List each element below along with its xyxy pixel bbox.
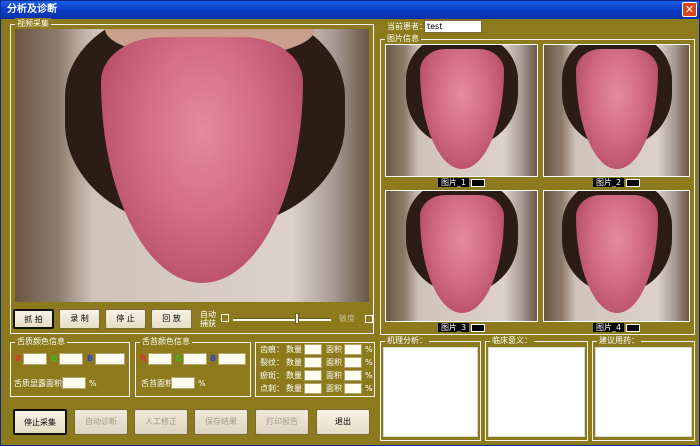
feature-area-label-3: 面积 <box>326 371 342 380</box>
photo-thumbnail-4[interactable] <box>543 190 690 322</box>
feature-unit-3: % <box>365 371 373 380</box>
patient-label: 当前患者： <box>387 22 427 31</box>
sensitivity-slider-track[interactable] <box>233 318 331 321</box>
print-report-button[interactable]: 打印报告 <box>255 409 309 435</box>
feature-name-4: 点刺： <box>260 384 284 393</box>
coating-b-label: B <box>210 354 217 363</box>
tongue-area-field[interactable] <box>62 377 86 389</box>
record-button[interactable]: 录 制 <box>59 309 100 329</box>
feature-area-label-1: 面积 <box>326 345 342 354</box>
feature-unit-1: % <box>365 345 373 354</box>
tongue-color-label: 舌质颜色信息 <box>15 336 67 348</box>
coating-g-field[interactable] <box>183 353 207 365</box>
photo-label-3: 图片_3 <box>437 323 470 332</box>
photo-label-1: 图片_1 <box>437 178 470 187</box>
coating-b-field[interactable] <box>218 353 246 365</box>
playback-button[interactable]: 回 放 <box>151 309 192 329</box>
sensitivity-checkbox[interactable] <box>365 315 373 323</box>
tongue-r-field[interactable] <box>23 353 47 365</box>
photo-label-4: 图片_4 <box>592 323 625 332</box>
manual-correct-button[interactable]: 人工修正 <box>134 409 188 435</box>
stop-capture-button[interactable]: 停止采集 <box>13 409 67 435</box>
photo-checkbox-4[interactable] <box>626 323 641 332</box>
photo-caption-1: 图片_1 <box>385 178 538 188</box>
photo-checkbox-1[interactable] <box>471 178 486 187</box>
feature-area-field-1[interactable] <box>344 344 362 355</box>
tongue-area-unit: % <box>89 379 97 388</box>
app-window: 分析及诊断 ✕ 视频采集 抓 拍 录 制 停 止 回 放 自动 捕获 敏度 当前… <box>0 0 700 446</box>
feature-count-label-1: 数量 <box>286 345 302 354</box>
feature-count-field-2[interactable] <box>304 357 322 368</box>
photo-caption-4: 图片_4 <box>543 323 690 333</box>
auto-diagnose-button[interactable]: 自动诊断 <box>74 409 128 435</box>
tongue-b-field[interactable] <box>95 353 125 365</box>
medication-advice-text[interactable] <box>595 347 692 437</box>
photo-label-2: 图片_2 <box>592 178 625 187</box>
feature-area-label-4: 面积 <box>326 384 342 393</box>
feature-unit-4: % <box>365 384 373 393</box>
feature-count-field-1[interactable] <box>304 344 322 355</box>
close-icon: ✕ <box>684 3 695 16</box>
feature-count-field-4[interactable] <box>304 383 322 394</box>
patient-value: test <box>427 22 443 31</box>
capture-button[interactable]: 抓 拍 <box>13 309 54 329</box>
coating-r-field[interactable] <box>148 353 172 365</box>
feature-name-3: 瘀斑： <box>260 371 284 380</box>
sensitivity-label: 敏度 <box>339 314 355 323</box>
tongue-image <box>420 195 504 313</box>
feature-name-1: 齿痕： <box>260 345 284 354</box>
coating-area-field[interactable] <box>171 377 195 389</box>
feature-name-2: 裂纹： <box>260 358 284 367</box>
close-button[interactable]: ✕ <box>682 2 697 17</box>
photo-thumbnail-1[interactable] <box>385 44 538 177</box>
coating-area-label: 舌苔面积 <box>141 379 173 388</box>
clinical-significance-text[interactable] <box>488 347 585 437</box>
tongue-r-label: R <box>15 354 22 363</box>
mechanism-analysis-text[interactable] <box>383 347 478 437</box>
feature-count-label-3: 数量 <box>286 371 302 380</box>
tongue-image <box>576 195 658 313</box>
tongue-image <box>101 37 303 283</box>
coating-g-label: G <box>175 354 182 363</box>
patient-field[interactable]: test <box>424 20 482 33</box>
feature-count-label-2: 数量 <box>286 358 302 367</box>
auto-capture-checkbox[interactable] <box>221 314 229 322</box>
photo-thumbnail-2[interactable] <box>543 44 690 177</box>
feature-unit-2: % <box>365 358 373 367</box>
tongue-image <box>576 49 658 169</box>
title-bar: 分析及诊断 ✕ <box>1 1 699 19</box>
tongue-b-label: B <box>87 354 94 363</box>
coating-color-label: 舌苔颜色信息 <box>140 336 192 348</box>
feature-area-field-4[interactable] <box>344 383 362 394</box>
tongue-image <box>420 49 504 169</box>
save-result-button[interactable]: 保存结果 <box>194 409 248 435</box>
window-title: 分析及诊断 <box>7 4 57 15</box>
feature-area-field-2[interactable] <box>344 357 362 368</box>
stop-button[interactable]: 停 止 <box>105 309 146 329</box>
photo-caption-2: 图片_2 <box>543 178 690 188</box>
exit-button[interactable]: 退出 <box>316 409 370 435</box>
feature-area-label-2: 面积 <box>326 358 342 367</box>
feature-count-field-3[interactable] <box>304 370 322 381</box>
sensitivity-slider-handle[interactable] <box>295 313 299 324</box>
mechanism-analysis-label: 机理分析： <box>385 335 429 347</box>
feature-count-label-4: 数量 <box>286 384 302 393</box>
coating-r-label: R <box>140 354 147 363</box>
photo-checkbox-2[interactable] <box>626 178 641 187</box>
tongue-g-field[interactable] <box>59 353 83 365</box>
photo-thumbnail-3[interactable] <box>385 190 538 322</box>
auto-capture-label-2: 捕获 <box>200 319 216 328</box>
video-preview <box>15 29 369 302</box>
tongue-g-label: G <box>51 354 58 363</box>
photo-caption-3: 图片_3 <box>385 323 538 333</box>
medication-advice-label: 建议用药： <box>597 335 641 347</box>
coating-area-unit: % <box>198 379 206 388</box>
clinical-significance-label: 临床意义： <box>490 335 534 347</box>
tongue-area-label: 舌质显露面积 <box>14 379 62 388</box>
photo-checkbox-3[interactable] <box>471 323 486 332</box>
feature-area-field-3[interactable] <box>344 370 362 381</box>
